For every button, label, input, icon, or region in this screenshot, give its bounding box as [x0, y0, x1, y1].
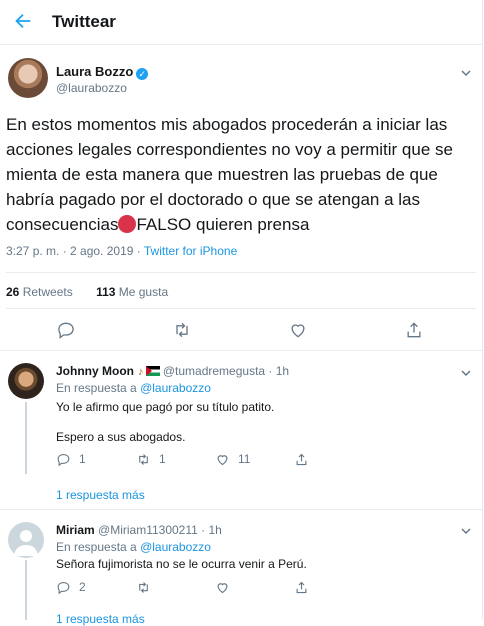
- reply-text: Espero a sus abogados.: [56, 430, 186, 444]
- share-icon[interactable]: [404, 320, 424, 340]
- like-action[interactable]: [215, 579, 230, 595]
- page-title: Twittear: [52, 12, 116, 31]
- reply-action[interactable]: 1: [56, 451, 86, 467]
- retweets-stat[interactable]: 26 Retweets: [6, 285, 73, 299]
- reply-author-name[interactable]: Miriam: [56, 523, 95, 537]
- in-reply-to: En respuesta a @laurabozzo: [56, 540, 211, 554]
- reply-text: Yo le afirmo que pagó por su título pati…: [56, 400, 275, 414]
- divider: [0, 509, 482, 510]
- author-name-row[interactable]: Laura Bozzo ✓: [56, 64, 149, 80]
- show-more-replies-link[interactable]: 1 respuesta más: [56, 488, 145, 502]
- tweet-text: En estos momentos mis abogados procederá…: [6, 112, 476, 237]
- tweet-stats: 26 Retweets 113 Me gusta: [6, 285, 168, 299]
- reply-author-row[interactable]: Johnny Moon ♪ @tumadremegusta · 1h: [56, 364, 289, 378]
- retweet-icon[interactable]: [172, 320, 192, 340]
- share-action[interactable]: [294, 451, 309, 467]
- reply-avatar-default[interactable]: [8, 522, 44, 558]
- divider: [6, 272, 476, 273]
- reply-author-name[interactable]: Johnny Moon: [56, 364, 134, 378]
- chevron-down-icon[interactable]: [460, 66, 472, 78]
- divider: [6, 308, 476, 309]
- reply-text: Señora fujimorista no se le ocurra venir…: [56, 557, 307, 571]
- reply-count: 1: [79, 452, 86, 466]
- tweet-timestamp[interactable]: 3:27 p. m. · 2 ago. 2019 ·: [6, 244, 144, 258]
- like-count: 11: [238, 452, 251, 466]
- tweet-source-link[interactable]: Twitter for iPhone: [144, 244, 237, 258]
- reply-author-row[interactable]: Miriam @Miriam11300211 · 1h: [56, 523, 222, 537]
- chevron-down-icon[interactable]: [460, 524, 472, 536]
- angry-face-emoji-icon: [118, 215, 137, 233]
- divider: [0, 350, 482, 351]
- thread-line: [25, 560, 27, 620]
- mention-link[interactable]: @laurabozzo: [140, 381, 211, 395]
- reply-icon[interactable]: [56, 320, 76, 340]
- reply-author-handle[interactable]: @Miriam11300211 · 1h: [98, 523, 222, 537]
- thread-line: [25, 402, 27, 474]
- chevron-down-icon[interactable]: [460, 366, 472, 378]
- like-action[interactable]: 11: [215, 451, 250, 467]
- back-arrow-icon[interactable]: [12, 10, 34, 32]
- retweet-action[interactable]: [136, 579, 151, 595]
- in-reply-to: En respuesta a @laurabozzo: [56, 381, 211, 395]
- show-more-replies-link[interactable]: 1 respuesta más: [56, 612, 145, 626]
- guitar-emoji-icon: ♪: [138, 366, 144, 378]
- tweet-meta: 3:27 p. m. · 2 ago. 2019 · Twitter for i…: [6, 244, 237, 258]
- palestine-flag-icon: [145, 366, 160, 376]
- reply-action[interactable]: 2: [56, 579, 86, 595]
- page-header: Twittear: [0, 0, 482, 45]
- mention-link[interactable]: @laurabozzo: [140, 540, 211, 554]
- retweet-action[interactable]: 1: [136, 451, 166, 467]
- likes-stat[interactable]: 113 Me gusta: [96, 285, 168, 299]
- tweet-text-tail: FALSO quieren prensa: [136, 215, 310, 234]
- retweet-count: 1: [159, 452, 166, 466]
- reply-avatar[interactable]: [8, 363, 44, 399]
- reply-author-handle[interactable]: @tumadremegusta · 1h: [163, 364, 289, 378]
- author-avatar[interactable]: [8, 58, 48, 98]
- heart-icon[interactable]: [288, 320, 308, 340]
- author-handle[interactable]: @laurabozzo: [56, 81, 127, 95]
- verified-badge-icon: ✓: [136, 68, 149, 80]
- share-action[interactable]: [294, 579, 309, 595]
- author-name[interactable]: Laura Bozzo: [56, 64, 133, 79]
- tweet-page: Twittear Laura Bozzo ✓ @laurabozzo En est…: [0, 0, 483, 626]
- reply-count: 2: [79, 580, 86, 594]
